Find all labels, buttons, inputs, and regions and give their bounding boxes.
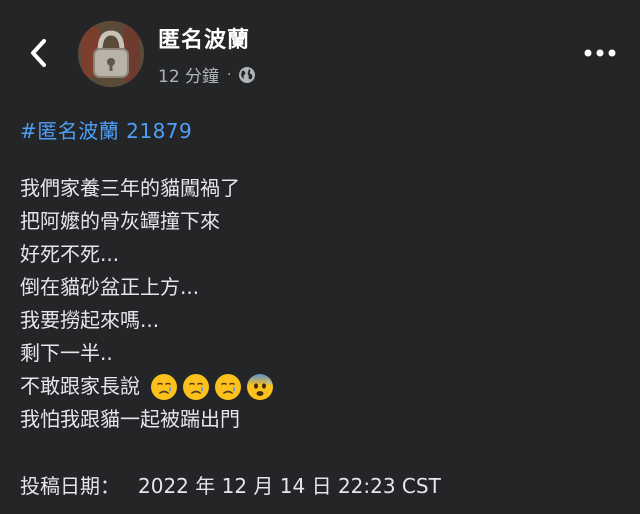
hashtag-link[interactable]: #匿名波蘭 21879	[20, 115, 192, 144]
post-meta: 12 分鐘 ·	[158, 62, 256, 87]
post-line: 我們家養三年的貓闖禍了	[20, 172, 620, 205]
post-line: 倒在貓砂盆正上方...	[20, 271, 620, 304]
post-line-text: 不敢跟家長說	[20, 374, 140, 398]
post-line: 不敢跟家長說	[20, 370, 620, 403]
meta-separator: ·	[227, 66, 232, 83]
padlock-photo-icon	[78, 21, 144, 87]
post-line: 好死不死...	[20, 238, 620, 271]
submission-date: 投稿日期： 2022 年 12 月 14 日 22:23 CST	[20, 470, 441, 499]
post-line-text: 我要撈起來嗎...	[20, 308, 160, 332]
more-options-icon	[584, 49, 616, 57]
post-line-text: 好死不死...	[20, 242, 120, 266]
crying-face-emoji-icon	[215, 373, 241, 400]
post-line-text: 我們家養三年的貓闖禍了	[20, 176, 240, 200]
post-line-text: 剩下一半..	[20, 341, 113, 365]
page-name[interactable]: 匿名波蘭	[158, 22, 250, 54]
chevron-left-icon	[31, 39, 46, 67]
globe-icon	[238, 66, 255, 83]
post-time[interactable]: 12 分鐘	[158, 62, 219, 87]
more-options-button[interactable]	[580, 38, 620, 68]
post-line: 剩下一半..	[20, 337, 620, 370]
submission-date-value: 2022 年 12 月 14 日 22:23 CST	[138, 474, 441, 498]
post-line: 我要撈起來嗎...	[20, 304, 620, 337]
post-line: 我怕我跟貓一起被踹出門	[20, 403, 620, 436]
emoji-group	[150, 373, 274, 401]
post-line-text: 把阿嬤的骨灰罈撞下來	[20, 209, 220, 233]
avatar[interactable]	[78, 21, 144, 87]
submission-date-label: 投稿日期：	[20, 474, 120, 498]
crying-face-emoji-icon	[183, 373, 209, 400]
back-button[interactable]	[22, 34, 56, 72]
post-line: 把阿嬤的骨灰罈撞下來	[20, 205, 620, 238]
post-header: 匿名波蘭 12 分鐘 ·	[0, 0, 640, 100]
post-line-text: 我怕我跟貓一起被踹出門	[20, 407, 240, 431]
crying-face-emoji-icon	[151, 373, 177, 400]
anxious-sweat-face-emoji-icon	[247, 373, 273, 400]
post-body: 我們家養三年的貓闖禍了 把阿嬤的骨灰罈撞下來 好死不死... 倒在貓砂盆正上方.…	[20, 172, 620, 436]
post-line-text: 倒在貓砂盆正上方...	[20, 275, 200, 299]
